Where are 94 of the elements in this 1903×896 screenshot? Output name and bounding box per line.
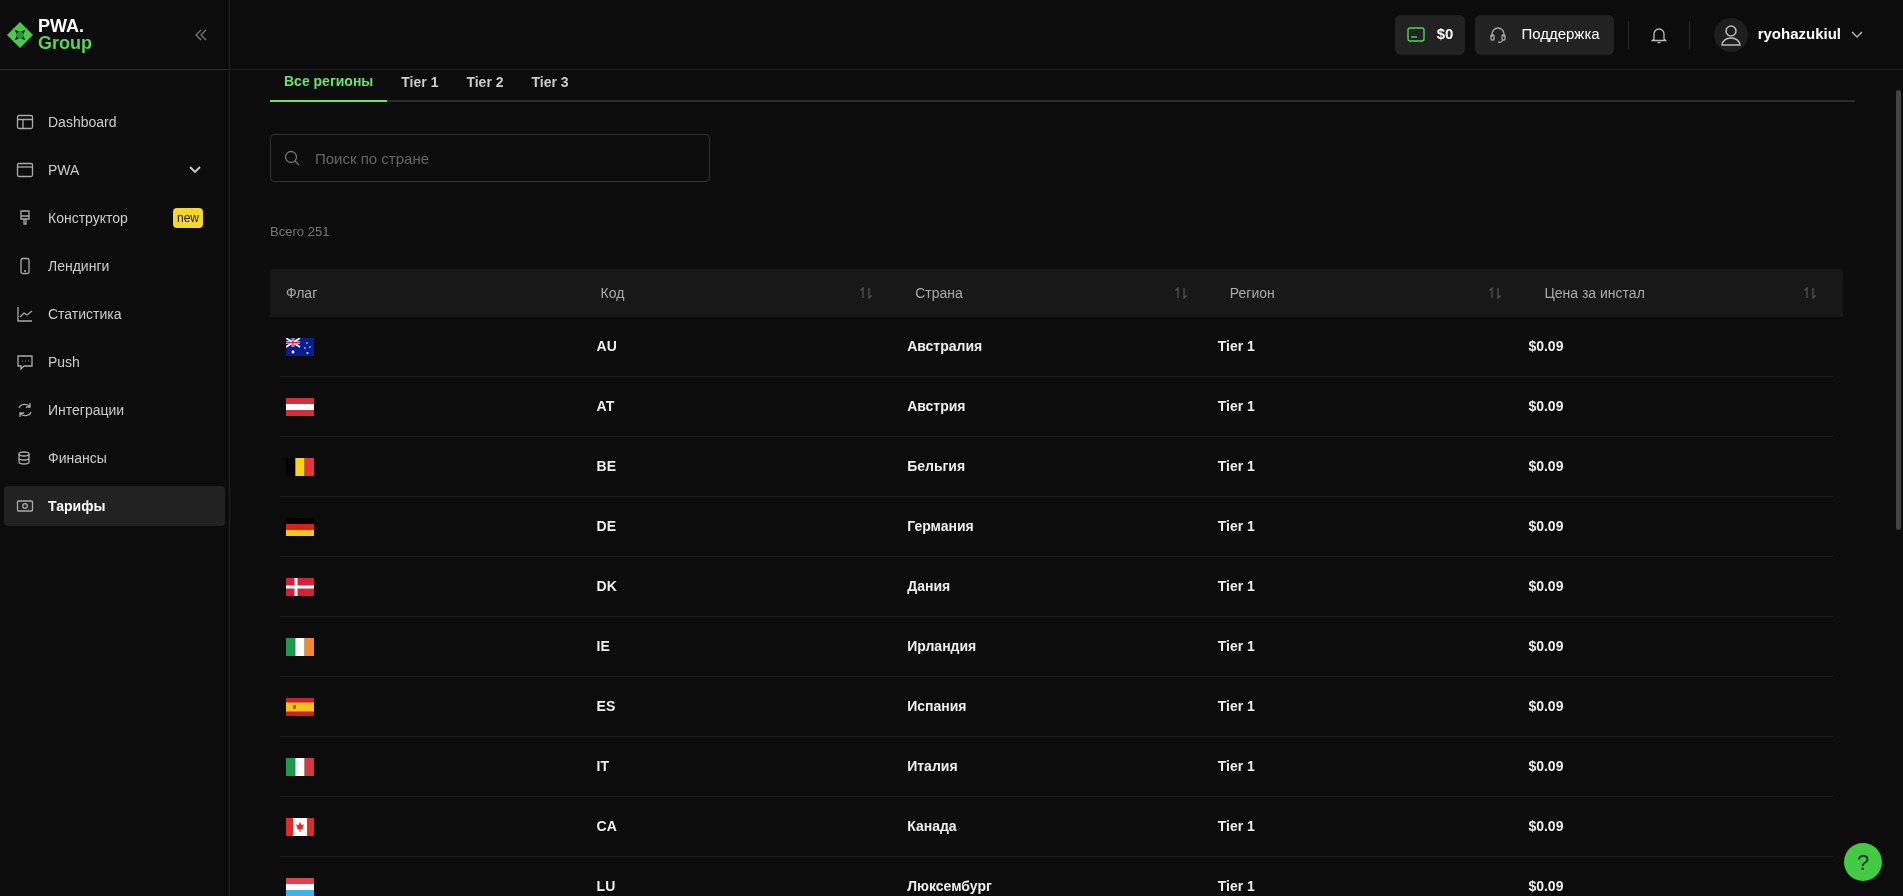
chevron-down-icon <box>1851 30 1863 39</box>
flag-icon <box>286 817 314 836</box>
sync-icon <box>16 401 34 419</box>
table-cell-text: Испания <box>907 697 967 716</box>
flag-icon <box>286 577 314 596</box>
sidebar-item[interactable]: Статистика <box>4 294 225 334</box>
table-cell-text: LU <box>596 877 616 896</box>
logo-text: Group <box>38 34 92 52</box>
table-cell-text: BE <box>596 457 617 476</box>
new-badge: new <box>173 208 203 228</box>
logo-icon <box>6 20 34 49</box>
table-cell-text: $0.09 <box>1528 877 1564 896</box>
table-cell-text: AU <box>596 337 617 356</box>
table-cell-text: Австралия <box>907 337 983 356</box>
sidebar-item[interactable]: Push <box>4 342 225 382</box>
column-header[interactable]: Цена за инстал <box>1544 282 1645 304</box>
table-cell-text: IT <box>596 757 610 776</box>
support-button[interactable]: Поддержка <box>1475 14 1614 55</box>
table-cell-text: Ирландия <box>907 637 977 656</box>
help-button[interactable]: ? <box>1844 843 1882 881</box>
flag-icon <box>286 877 314 896</box>
layout-icon <box>16 113 34 131</box>
sort-icon[interactable] <box>859 286 874 300</box>
balance-button[interactable]: $0 <box>1394 14 1466 55</box>
table-cell-text: CA <box>596 817 617 836</box>
user-menu[interactable]: ryohazukiul <box>1713 17 1863 52</box>
flag-icon <box>286 697 314 716</box>
flag-icon <box>286 637 314 656</box>
column-header: Флаг <box>286 283 318 303</box>
table-cell-text: Tier 1 <box>1217 577 1255 596</box>
table-cell-text: Tier 1 <box>1217 637 1255 656</box>
table-cell-text: Tier 1 <box>1217 877 1255 896</box>
column-header[interactable]: Регион <box>1229 282 1275 304</box>
message-icon <box>16 353 34 371</box>
table-cell-text: ES <box>596 697 616 716</box>
table-cell-text: IE <box>596 637 610 656</box>
table-cell-text: $0.09 <box>1528 817 1564 836</box>
line-chart-icon <box>16 305 34 323</box>
sidebar-item[interactable]: Лендинги <box>4 246 225 286</box>
table-cell-text: DE <box>596 517 617 536</box>
table-cell-text: Бельгия <box>907 457 966 476</box>
table-cell-text: Австрия <box>907 397 966 416</box>
table-cell-text: Дания <box>907 577 951 596</box>
headset-icon <box>1489 25 1508 44</box>
table-cell-text: Tier 1 <box>1217 517 1255 536</box>
sort-icon[interactable] <box>1803 286 1817 300</box>
table-cell-text: Tier 1 <box>1217 817 1255 836</box>
flag-icon <box>286 397 314 416</box>
sidebar-item[interactable]: Интеграции <box>4 390 225 430</box>
table-cell-text: Люксембург <box>907 877 992 896</box>
column-header[interactable]: Код <box>600 282 625 304</box>
tab[interactable]: Все регионы <box>270 70 388 102</box>
search-icon <box>284 150 300 166</box>
wallet-icon <box>1406 27 1425 42</box>
sidebar-item[interactable]: Конструктор new <box>4 198 225 238</box>
table-cell-text: Tier 1 <box>1217 337 1255 356</box>
table-cell-text: Италия <box>907 757 958 776</box>
total-count: Всего 251 <box>270 223 331 238</box>
table-cell-text: Tier 1 <box>1217 757 1255 776</box>
sidebar-item[interactable]: Тарифы <box>4 486 225 526</box>
table-cell-text: Tier 1 <box>1217 697 1255 716</box>
sidebar-item[interactable]: Dashboard <box>4 102 225 142</box>
flag-icon <box>286 337 314 356</box>
table-cell-text: $0.09 <box>1528 457 1564 476</box>
table-cell-text: $0.09 <box>1528 397 1564 416</box>
tab[interactable]: Tier 3 <box>517 70 583 102</box>
table-cell-text: $0.09 <box>1528 577 1564 596</box>
flag-icon <box>286 457 314 476</box>
table-cell-text: $0.09 <box>1528 517 1564 536</box>
table-cell-text: Канада <box>907 817 957 836</box>
table-cell-text: Германия <box>907 517 974 536</box>
bell-icon[interactable] <box>1650 25 1667 44</box>
table-cell-text: $0.09 <box>1528 637 1564 656</box>
tab[interactable]: Tier 1 <box>387 70 453 102</box>
banknote-icon <box>16 497 34 515</box>
table-cell-text: $0.09 <box>1528 697 1564 716</box>
sidebar-item[interactable]: PWA <box>4 150 225 190</box>
sort-icon[interactable] <box>1488 286 1503 300</box>
table-cell-text: DK <box>596 577 617 596</box>
avatar-icon <box>1713 17 1748 52</box>
sidebar-item[interactable]: Финансы <box>4 438 225 478</box>
search-field[interactable]: Поиск по стране <box>270 134 710 182</box>
table-cell-text: AT <box>596 397 615 416</box>
table-cell-text: $0.09 <box>1528 757 1564 776</box>
table-cell-text: Tier 1 <box>1217 397 1255 416</box>
flag-icon <box>286 757 314 776</box>
tab[interactable]: Tier 2 <box>452 70 518 102</box>
column-header[interactable]: Страна <box>915 282 963 304</box>
logo-text: PWA. <box>38 17 85 35</box>
table-cell-text: Tier 1 <box>1217 457 1255 476</box>
flag-icon <box>286 517 314 536</box>
sort-icon[interactable] <box>1173 286 1188 300</box>
table-cell-text: $0.09 <box>1528 337 1564 356</box>
browser-window-icon <box>16 161 34 179</box>
